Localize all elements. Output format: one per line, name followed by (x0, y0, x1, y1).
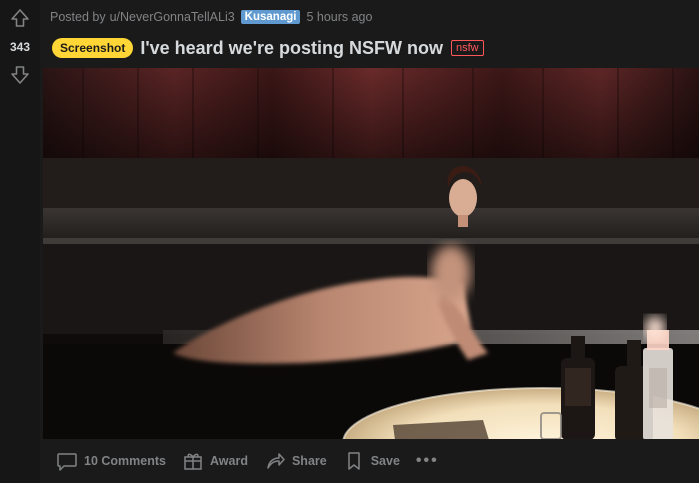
post-flair[interactable]: Screenshot (52, 38, 134, 58)
post-timestamp[interactable]: 5 hours ago (306, 10, 372, 24)
arrow-down-icon (11, 66, 29, 84)
gift-icon (184, 453, 202, 470)
comment-icon (57, 453, 77, 471)
comments-button[interactable]: 10 Comments (50, 444, 172, 478)
vote-rail: 343 (0, 0, 40, 483)
post-actions: 10 Comments Award Share Save ••• (50, 444, 449, 478)
award-button[interactable]: Award (176, 444, 254, 478)
comments-label: 10 Comments (84, 454, 166, 468)
save-label: Save (370, 454, 400, 468)
share-button[interactable]: Share (258, 444, 333, 478)
more-options-icon: ••• (415, 452, 439, 469)
post-meta: Posted by u/NeverGonnaTellALi3 Kusanagi … (50, 8, 372, 26)
arrow-up-icon (11, 9, 29, 27)
reddit-post: 343 Posted by u/NeverGonnaTellALi3 Kusan… (0, 0, 699, 483)
vote-count: 343 (9, 40, 31, 54)
share-label: Share (291, 454, 327, 468)
user-flair: Kusanagi (240, 10, 301, 24)
nsfw-tag: nsfw (450, 40, 484, 56)
bookmark-icon (347, 452, 360, 470)
award-label: Award (209, 454, 248, 468)
post-title[interactable]: I've heard we're posting NSFW now (140, 38, 443, 59)
more-options-button[interactable]: ••• (410, 446, 445, 476)
share-icon (267, 453, 285, 469)
title-row: Screenshot I've heard we're posting NSFW… (52, 36, 484, 60)
author-link[interactable]: u/NeverGonnaTellALi3 (110, 10, 235, 24)
upvote-button[interactable] (8, 6, 32, 30)
post-image-graphic (43, 68, 699, 439)
save-button[interactable]: Save (337, 444, 406, 478)
posted-by-label: Posted by (50, 10, 106, 24)
post-image[interactable] (43, 68, 699, 439)
downvote-button[interactable] (8, 63, 32, 87)
